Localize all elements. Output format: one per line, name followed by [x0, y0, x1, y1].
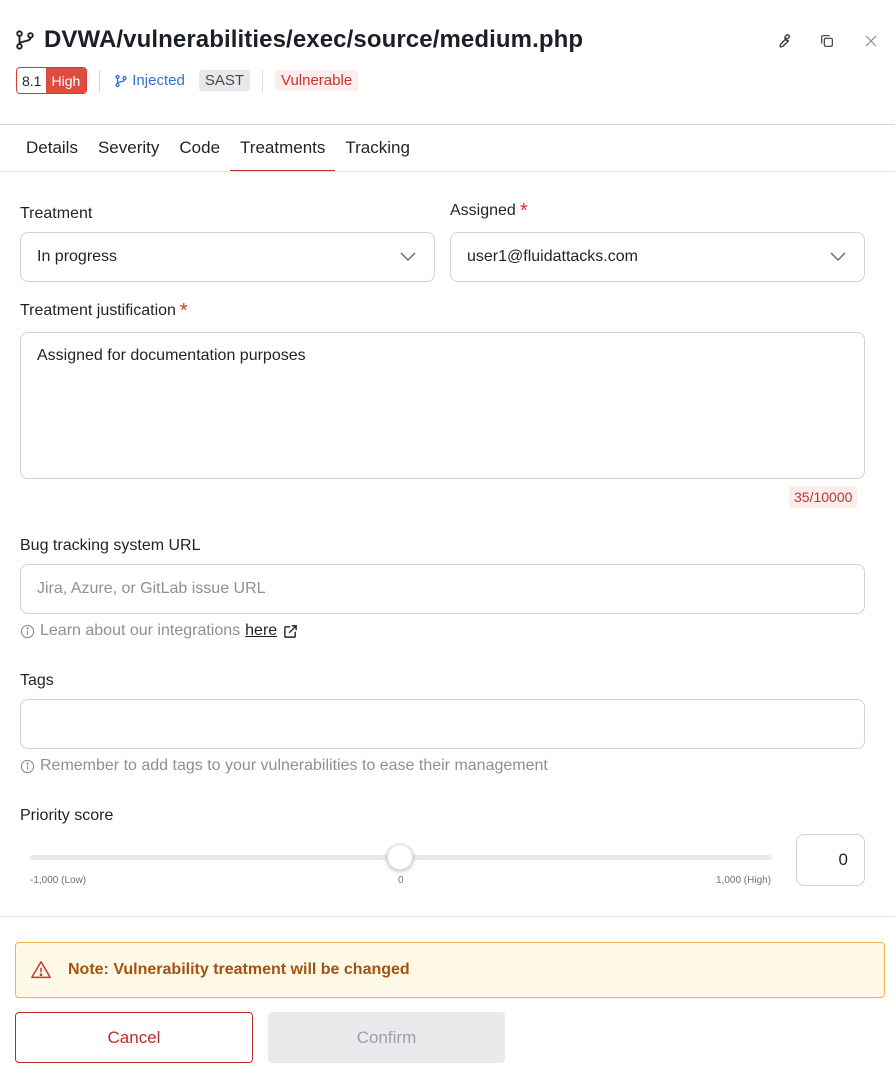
assigned-label: Assigned *: [450, 198, 528, 222]
cancel-button[interactable]: Cancel: [15, 1012, 253, 1063]
required-mark: *: [179, 300, 188, 322]
justification-value: Assigned for documentation purposes: [37, 347, 306, 364]
severity-label: High: [46, 68, 87, 93]
tab-tracking[interactable]: Tracking: [335, 125, 420, 172]
integrations-link[interactable]: here: [245, 622, 277, 640]
tab-bar: Details Severity Code Treatments Trackin…: [16, 125, 420, 172]
justification-label-text: Treatment justification: [20, 302, 176, 319]
treatment-label-text: Treatment: [20, 205, 93, 222]
confirm-button[interactable]: Confirm: [268, 1012, 505, 1063]
close-icon[interactable]: [859, 29, 883, 53]
character-counter: 35/10000: [789, 486, 858, 508]
info-icon: [20, 759, 35, 773]
assigned-label-text: Assigned: [450, 202, 516, 219]
chevron-down-icon: [400, 252, 416, 262]
tags-label: Tags: [20, 672, 54, 690]
state-badge: Vulnerable: [275, 70, 359, 91]
copy-icon[interactable]: [815, 29, 839, 53]
priority-score-value: 0: [838, 850, 848, 869]
title-row: DVWA/vulnerabilities/exec/source/medium.…: [14, 24, 583, 56]
priority-label: Priority score: [20, 807, 113, 825]
divider: [99, 69, 101, 92]
treatment-select[interactable]: In progress: [20, 232, 435, 282]
required-mark: *: [519, 200, 528, 222]
external-link-icon[interactable]: [283, 624, 298, 639]
priority-score-input[interactable]: 0: [796, 834, 865, 886]
tabs-divider: [0, 171, 895, 172]
assigned-select[interactable]: user1@fluidattacks.com: [450, 232, 865, 282]
bug-tracking-label-text: Bug tracking system URL: [20, 537, 201, 554]
divider: [262, 69, 263, 92]
justification-textarea[interactable]: Assigned for documentation purposes: [20, 332, 865, 479]
slider-max-label: 1,000 (High): [716, 875, 772, 886]
bug-tracking-input[interactable]: Jira, Azure, or GitLab issue URL: [20, 564, 865, 614]
warning-triangle-icon: [31, 961, 51, 979]
wrench-icon[interactable]: [771, 29, 795, 53]
vulnerability-header: DVWA/vulnerabilities/exec/source/medium.…: [0, 0, 895, 125]
tab-details[interactable]: Details: [16, 125, 88, 172]
tab-severity[interactable]: Severity: [88, 125, 169, 172]
footer-divider: [0, 916, 895, 917]
page-title: DVWA/vulnerabilities/exec/source/medium.…: [44, 26, 584, 53]
technique-badge: Injected: [112, 72, 187, 89]
header-actions: [771, 29, 883, 53]
technique-label: Injected: [132, 72, 185, 89]
priority-label-text: Priority score: [20, 807, 114, 824]
git-branch-icon: [16, 30, 34, 50]
justification-label: Treatment justification *: [20, 298, 188, 322]
scan-type-badge: SAST: [198, 70, 250, 91]
git-branch-icon: [115, 74, 127, 87]
slider-min-label: -1,000 (Low): [30, 875, 87, 886]
tab-code[interactable]: Code: [169, 125, 230, 172]
integrations-hint-text: Learn about our integrations: [40, 622, 241, 639]
bug-tracking-label: Bug tracking system URL: [20, 537, 201, 555]
tags-input[interactable]: [20, 699, 865, 749]
alert-message: Note: Vulnerability treatment will be ch…: [68, 961, 410, 978]
tags-hint-text: Remember to add tags to your vulnerabili…: [40, 757, 548, 774]
tags-label-text: Tags: [20, 672, 54, 689]
slider-mid-label: 0: [398, 875, 404, 886]
score-value: 8.1: [17, 68, 47, 93]
tab-treatments[interactable]: Treatments: [230, 125, 336, 172]
vulnerability-badges: 8.1 High Injected SAST Vulnerable: [16, 67, 359, 94]
priority-slider-thumb[interactable]: [387, 844, 413, 870]
bug-tracking-placeholder: Jira, Azure, or GitLab issue URL: [37, 580, 266, 597]
chevron-down-icon: [830, 252, 846, 262]
integrations-hint: Learn about our integrations here: [20, 622, 298, 640]
info-icon: [20, 624, 35, 638]
assigned-value: user1@fluidattacks.com: [467, 248, 638, 265]
treatment-label: Treatment: [20, 205, 92, 223]
severity-score-badge: 8.1 High: [16, 67, 88, 94]
warning-alert: Note: Vulnerability treatment will be ch…: [15, 942, 885, 998]
treatment-value: In progress: [37, 248, 118, 265]
tags-hint: Remember to add tags to your vulnerabili…: [20, 757, 548, 775]
